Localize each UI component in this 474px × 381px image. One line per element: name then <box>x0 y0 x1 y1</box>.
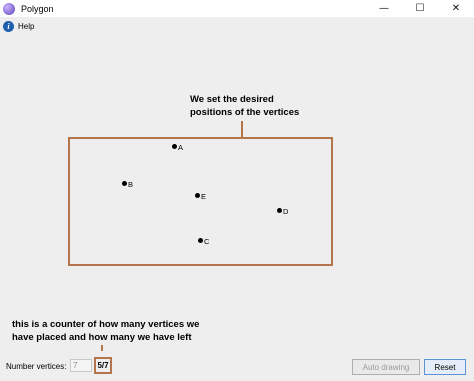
auto-drawing-button[interactable]: Auto drawing <box>352 359 420 375</box>
vertex-label-e: E <box>201 192 207 201</box>
window-title: Polygon <box>21 3 54 14</box>
drawing-canvas[interactable]: We set the desired positions of the vert… <box>0 35 474 353</box>
app-icon <box>3 2 15 15</box>
counter-annotation-line1: this is a counter of how many vertices w… <box>12 319 200 330</box>
vertex-label-b: B <box>128 180 134 189</box>
help-menu[interactable]: i Help <box>3 20 35 32</box>
vertex-dot-b <box>122 181 127 186</box>
vertices-annotation-connector <box>241 121 243 138</box>
number-vertices-input[interactable] <box>70 359 92 372</box>
vertex-label-c: C <box>204 237 210 246</box>
info-icon: i <box>3 20 14 32</box>
vertex-counter: 5/7 <box>94 357 112 374</box>
title-bar: Polygon — ☐ ✕ <box>0 0 474 17</box>
vertices-annotation-line2: positions of the vertices <box>190 107 300 118</box>
vertex-dot-c <box>198 238 203 243</box>
vertices-highlight-box <box>68 137 333 266</box>
vertex-label-d: D <box>283 207 289 216</box>
window-controls: — ☐ ✕ <box>366 0 474 17</box>
help-menu-label: Help <box>18 21 35 31</box>
vertex-dot-a <box>172 144 177 149</box>
close-button[interactable]: ✕ <box>438 0 474 17</box>
counter-annotation-text: this is a counter of how many vertices w… <box>12 318 199 344</box>
number-vertices-label: Number vertices: <box>6 362 67 371</box>
vertices-annotation-text: We set the desired positions of the vert… <box>190 93 299 119</box>
polygon-window: Polygon — ☐ ✕ i Help We set the desired … <box>0 0 474 381</box>
vertex-dot-d <box>277 208 282 213</box>
counter-annotation-line2: have placed and how many we have left <box>12 332 192 343</box>
menu-bar: i Help <box>0 17 474 35</box>
vertices-annotation-line1: We set the desired <box>190 94 274 105</box>
vertex-dot-e <box>195 193 200 198</box>
bottom-controls: Number vertices: 5/7 Auto drawing Reset <box>0 351 474 381</box>
maximize-button[interactable]: ☐ <box>402 0 438 17</box>
reset-button[interactable]: Reset <box>424 359 466 375</box>
minimize-button[interactable]: — <box>366 0 402 17</box>
vertex-label-a: A <box>178 143 184 152</box>
